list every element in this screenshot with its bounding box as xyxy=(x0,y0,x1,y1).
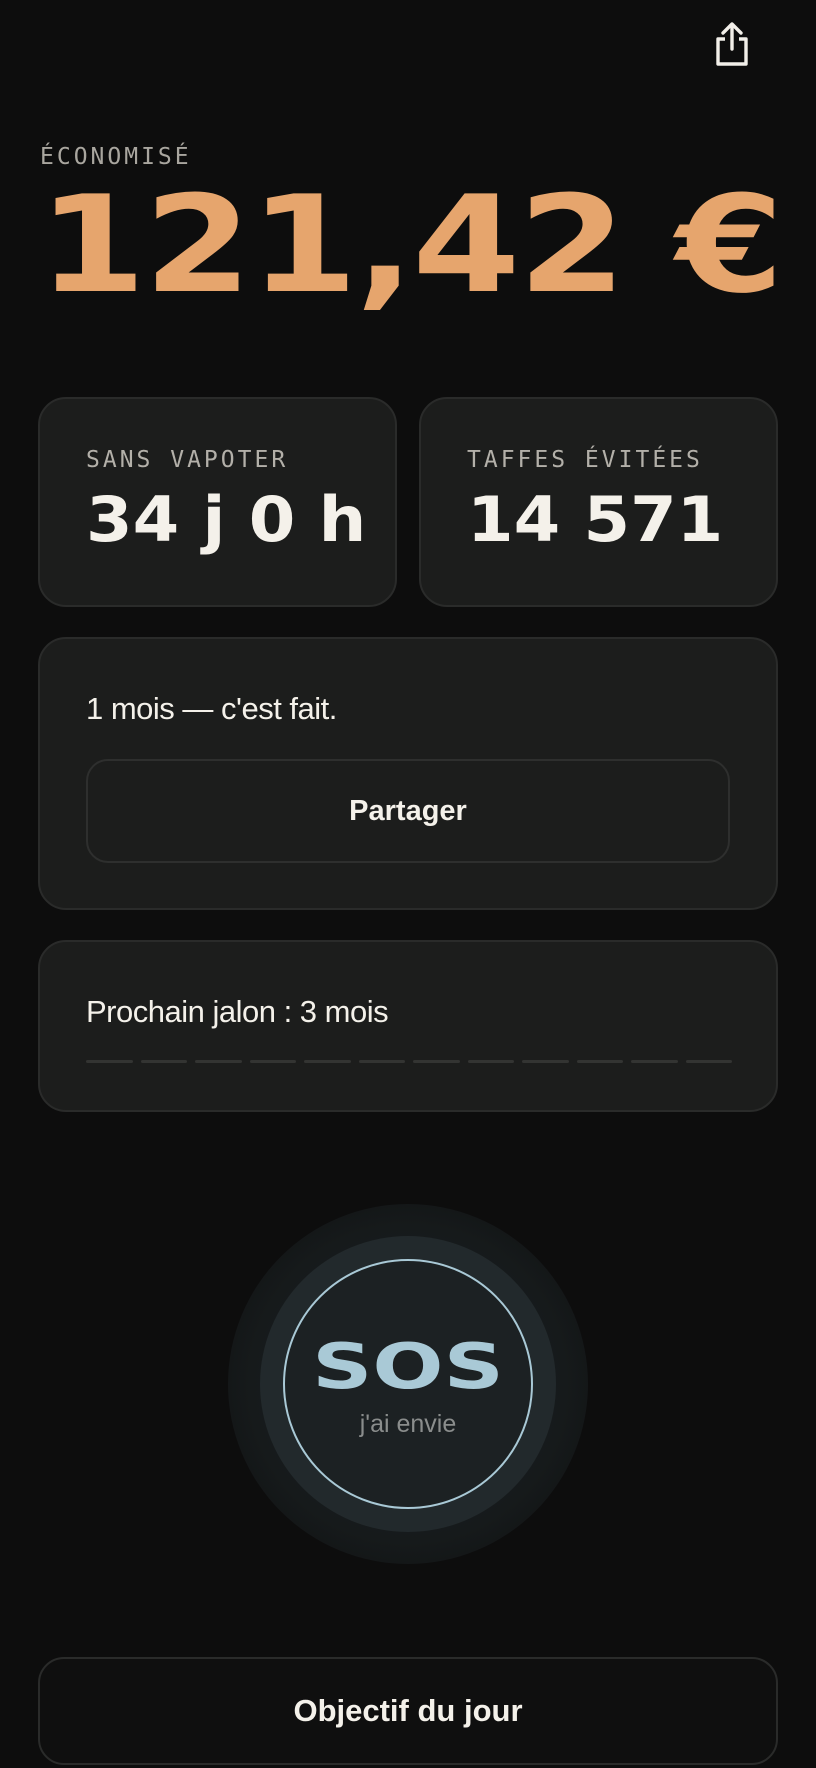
share-milestone-button[interactable]: Partager xyxy=(86,759,730,863)
stat-card-smoke-free: SANS VAPOTER 34 j 0 h xyxy=(38,397,397,607)
progress-segment xyxy=(195,1060,242,1063)
milestone-progress-bar xyxy=(86,1060,732,1064)
progress-segment xyxy=(685,1060,732,1063)
sos-label: SOS xyxy=(312,1329,504,1403)
next-milestone-card: Prochain jalon : 3 mois xyxy=(38,940,778,1112)
next-milestone-title: Prochain jalon : 3 mois xyxy=(86,994,389,1029)
savings-value: 121,42 € xyxy=(38,167,784,323)
milestone-card: 1 mois — c'est fait. Partager xyxy=(38,637,778,910)
stat-value-puffs-avoided: 14 571 xyxy=(467,483,724,556)
progress-segment xyxy=(86,1060,133,1063)
sos-button[interactable]: SOS j'ai envie xyxy=(283,1259,533,1509)
progress-segment xyxy=(522,1060,569,1063)
stat-label-smoke-free: SANS VAPOTER xyxy=(86,447,289,473)
progress-segment xyxy=(140,1060,187,1063)
sos-sublabel: j'ai envie xyxy=(359,1409,457,1438)
daily-goal-button[interactable]: Objectif du jour xyxy=(38,1657,778,1765)
progress-segment xyxy=(631,1060,678,1063)
stat-label-puffs-avoided: TAFFES ÉVITÉES xyxy=(467,447,703,473)
progress-segment xyxy=(249,1060,296,1063)
milestone-title: 1 mois — c'est fait. xyxy=(86,691,337,726)
stat-value-smoke-free: 34 j 0 h xyxy=(86,483,367,556)
progress-segment xyxy=(467,1060,514,1063)
share-icon xyxy=(716,22,748,66)
progress-segment xyxy=(576,1060,623,1063)
share-top-button[interactable] xyxy=(708,16,756,72)
progress-segment xyxy=(304,1060,351,1063)
stat-card-puffs-avoided: TAFFES ÉVITÉES 14 571 xyxy=(419,397,778,607)
progress-segment xyxy=(413,1060,460,1063)
progress-segment xyxy=(358,1060,405,1063)
